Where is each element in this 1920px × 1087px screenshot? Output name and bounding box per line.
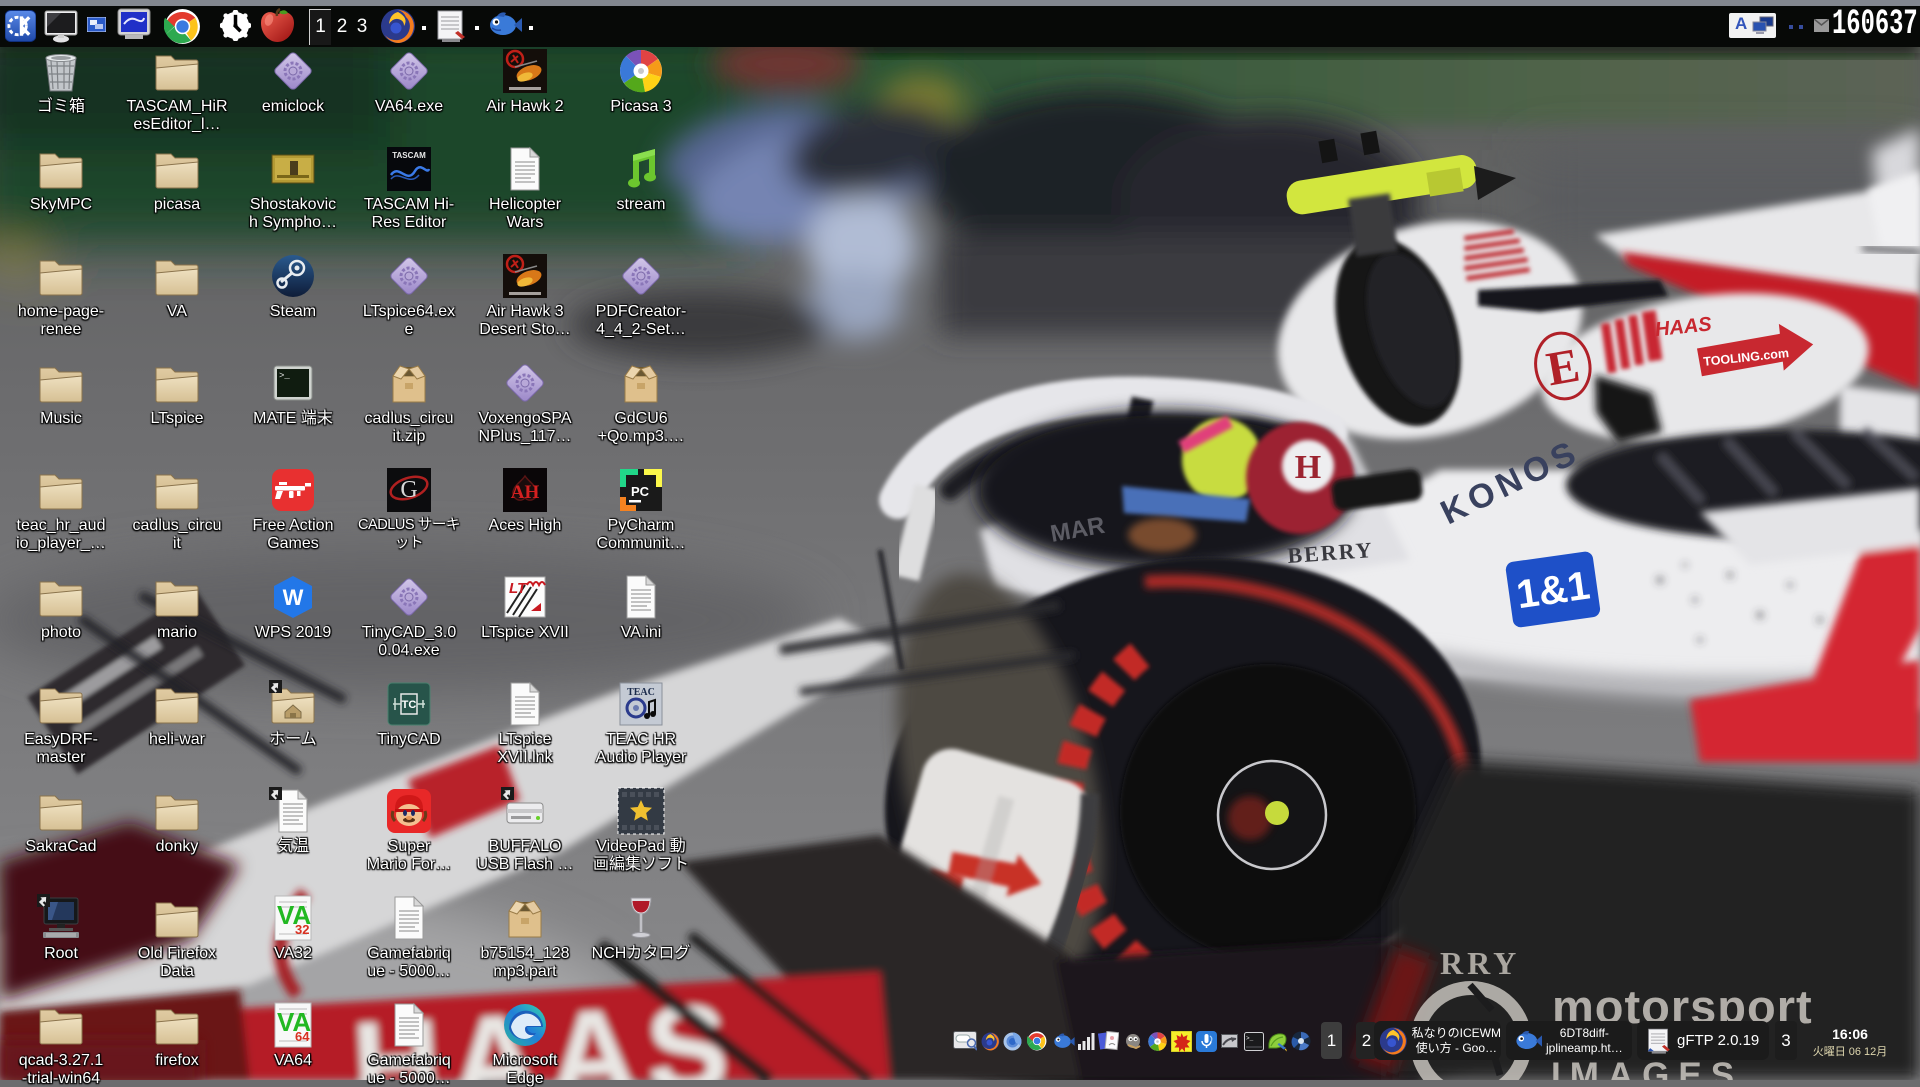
svg-text:32: 32 <box>295 922 309 937</box>
svg-text:64: 64 <box>295 1029 310 1044</box>
svg-text:H: H <box>1295 449 1321 486</box>
svg-text:>_: >_ <box>1246 1035 1254 1042</box>
svg-text:RRY: RRY <box>1440 945 1520 981</box>
